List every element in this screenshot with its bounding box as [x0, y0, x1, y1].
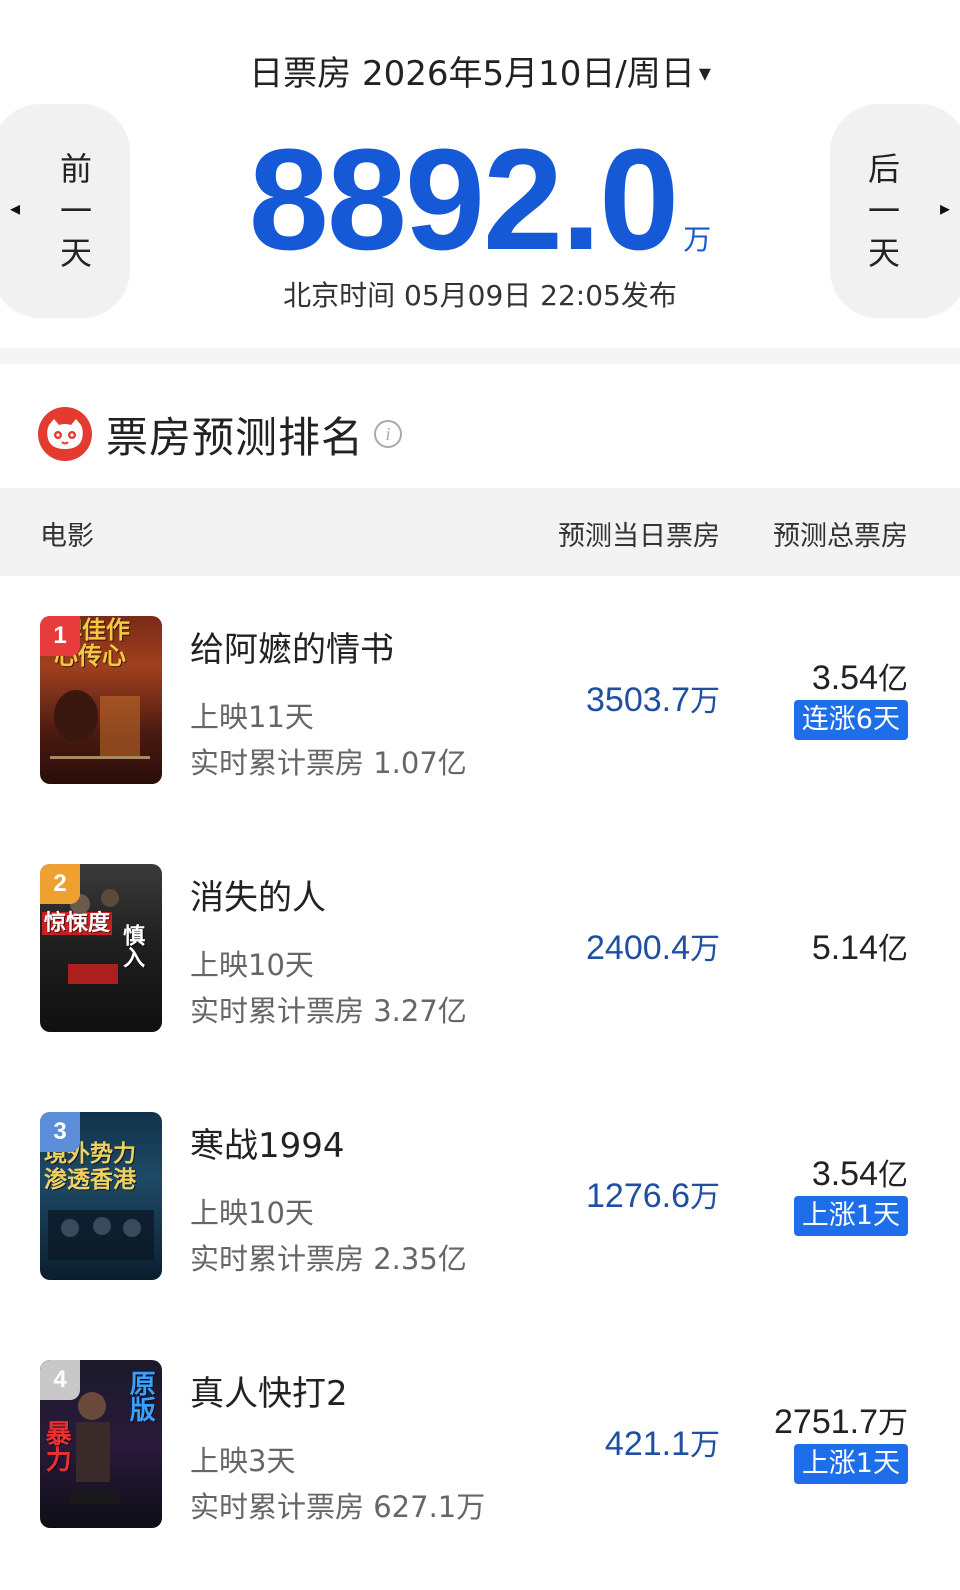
- total-forecast: 3.54亿: [812, 654, 908, 698]
- trend-tag: 上涨1天: [793, 1196, 908, 1236]
- movie-title: 寒战1994: [190, 1126, 345, 1166]
- movie-poster: 碑佳作 心传心 1: [40, 616, 162, 784]
- poster-caption: 渗透香港: [44, 1167, 136, 1193]
- total-forecast: 3.54亿: [812, 1150, 908, 1194]
- column-day-forecast: 预测当日票房: [558, 521, 720, 552]
- day-forecast-value: 2400.4: [586, 929, 690, 967]
- daily-total-unit: 万: [683, 223, 712, 256]
- release-days: 上映10天: [190, 948, 314, 982]
- column-movie: 电影: [40, 521, 94, 552]
- movie-row[interactable]: 原版 暴力 4 真人快打2 上映3天 实时累计票房 627.1万 421.1万 …: [0, 1320, 960, 1528]
- movie-poster: 原版 暴力 4: [40, 1360, 162, 1528]
- info-icon[interactable]: i: [374, 420, 403, 448]
- column-total-forecast: 预测总票房: [773, 521, 908, 552]
- movie-row[interactable]: 碑佳作 心传心 1 给阿嬷的情书 上映11天 实时累计票房 1.07亿 3503…: [0, 576, 960, 784]
- movie-poster: 境外势力 渗透香港 3: [40, 1112, 162, 1280]
- day-forecast-unit: 万: [690, 932, 720, 967]
- day-forecast-unit: 万: [690, 1180, 720, 1215]
- total-forecast-unit: 亿: [878, 1158, 908, 1193]
- day-forecast: 1276.6万: [586, 1172, 720, 1216]
- movie-row[interactable]: 惊悚度 慎入 2 消失的人 上映10天 实时累计票房 3.27亿 2400.4万…: [0, 824, 960, 1032]
- day-forecast-value: 421.1: [604, 1425, 690, 1463]
- dropdown-caret-icon[interactable]: ▾: [699, 59, 711, 87]
- day-forecast-value: 1276.6: [586, 1177, 690, 1215]
- total-forecast-value: 2751.7: [774, 1403, 878, 1441]
- total-forecast: 5.14亿: [812, 924, 908, 968]
- movie-title: 真人快打2: [190, 1374, 348, 1414]
- publish-time: 北京时间 05月09日 22:05发布: [283, 279, 677, 312]
- date-selector[interactable]: 日票房 2026年5月10日/周日 ▾: [0, 48, 960, 99]
- cumulative-box-office: 实时累计票房 627.1万: [190, 1490, 486, 1524]
- day-forecast: 421.1万: [605, 1420, 720, 1464]
- rank-badge: 2: [40, 864, 80, 904]
- movie-title: 给阿嬷的情书: [190, 630, 394, 670]
- trend-tag: 连涨6天: [793, 700, 908, 740]
- date-label: 日票房: [249, 54, 352, 94]
- day-forecast-unit: 万: [690, 684, 720, 719]
- total-forecast-value: 3.54: [811, 659, 878, 697]
- cumulative-box-office: 实时累计票房 2.35亿: [190, 1242, 467, 1276]
- daily-total-value: 8892.0: [248, 119, 679, 280]
- cumulative-box-office: 实时累计票房 1.07亿: [190, 746, 467, 780]
- day-forecast: 2400.4万: [586, 924, 720, 968]
- day-forecast: 3503.7万: [586, 676, 720, 720]
- trend-tag: 上涨1天: [793, 1444, 908, 1484]
- section-header: 票房预测排名 i: [38, 402, 403, 466]
- daily-total: 8892.0 万: [0, 128, 960, 272]
- cumulative-box-office: 实时累计票房 3.27亿: [190, 994, 467, 1028]
- rank-badge: 4: [40, 1360, 80, 1400]
- release-days: 上映11天: [190, 700, 314, 734]
- day-forecast-unit: 万: [690, 1428, 720, 1463]
- release-days: 上映3天: [190, 1444, 296, 1478]
- total-forecast-value: 5.14: [811, 929, 878, 967]
- rank-badge: 1: [40, 616, 80, 656]
- section-divider: [0, 348, 960, 364]
- movie-title: 消失的人: [190, 878, 326, 918]
- total-forecast-unit: 亿: [878, 662, 908, 697]
- total-forecast: 2751.7万: [774, 1398, 908, 1442]
- release-days: 上映10天: [190, 1196, 314, 1230]
- table-header: 电影 预测当日票房 预测总票房: [0, 488, 960, 576]
- movie-poster: 惊悚度 慎入 2: [40, 864, 162, 1032]
- movie-row[interactable]: 境外势力 渗透香港 3 寒战1994 上映10天 实时累计票房 2.35亿 12…: [0, 1072, 960, 1280]
- cat-logo-icon: [38, 407, 92, 461]
- rank-badge: 3: [40, 1112, 80, 1152]
- day-forecast-value: 3503.7: [586, 681, 690, 719]
- section-title: 票房预测排名: [106, 412, 365, 462]
- total-forecast-value: 3.54: [811, 1155, 878, 1193]
- total-forecast-unit: 万: [878, 1406, 908, 1441]
- total-forecast-unit: 亿: [878, 932, 908, 967]
- date-value: 2026年5月10日/周日: [361, 54, 695, 94]
